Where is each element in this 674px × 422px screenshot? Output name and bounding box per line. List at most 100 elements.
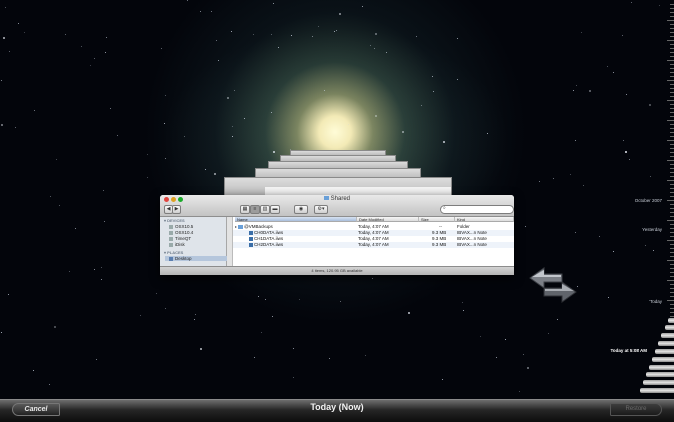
table-row[interactable]: CH2DATA.iiws Today, 4:07 AM 9.3 MB IBVAX… <box>227 242 514 248</box>
star <box>211 11 212 12</box>
star <box>457 79 458 80</box>
restore-button[interactable]: Restore <box>610 403 662 416</box>
star <box>575 232 576 233</box>
timeline-tick <box>670 168 674 169</box>
star <box>340 301 341 302</box>
star <box>9 51 10 52</box>
snapshot-bar[interactable] <box>658 341 674 346</box>
timeline-label-october-2007[interactable]: October 2007 <box>635 198 662 203</box>
star <box>583 185 584 186</box>
timeline-tick <box>667 240 674 241</box>
timeline-tick <box>670 84 674 85</box>
timeline-tick <box>667 180 674 181</box>
sidebar-item-idisk[interactable]: iDisk <box>169 242 185 247</box>
timeline-tick <box>670 92 674 93</box>
star <box>623 140 624 141</box>
snapshot-bar[interactable] <box>652 357 674 362</box>
star <box>54 326 56 328</box>
star <box>117 135 118 136</box>
timeline-tick <box>670 296 674 297</box>
file-name-cell: CH2DATA.iiws <box>249 242 283 248</box>
sidebar-item-osx104[interactable]: OSX10.4 <box>169 230 193 235</box>
star <box>463 310 464 311</box>
timeline-tick <box>670 264 674 265</box>
timeline-tick <box>670 24 674 25</box>
star <box>164 123 165 124</box>
snapshot-bar[interactable] <box>649 365 674 370</box>
timeline-tick <box>670 36 674 37</box>
history-window-far-1[interactable] <box>224 177 452 197</box>
star <box>216 40 217 41</box>
quick-look-button[interactable]: ◉ <box>294 205 308 214</box>
timeline-label-current[interactable]: Today at 5:08 AM <box>610 348 647 353</box>
star <box>631 2 632 3</box>
star <box>1 332 2 333</box>
timeline[interactable]: October 2007 Yesterday Today <box>635 0 674 400</box>
timeline-tick <box>667 60 674 61</box>
sidebar-item-timeqt[interactable]: TimeQT <box>169 236 191 241</box>
snapshot-bar[interactable] <box>668 318 674 323</box>
finder-sidebar: ▾ DEVICES OSX10.5 OSX10.4 TimeQT iDisk ▾… <box>160 217 227 267</box>
search-field[interactable]: ⌕ <box>440 205 514 214</box>
forward-in-time-arrow-icon[interactable] <box>542 282 578 304</box>
star <box>184 136 185 137</box>
timeline-label-today[interactable]: Today <box>650 299 662 304</box>
star <box>244 118 245 119</box>
star <box>629 159 630 160</box>
star <box>645 245 646 246</box>
star <box>165 158 166 159</box>
timeline-tick <box>670 116 674 117</box>
column-header-size[interactable]: Size <box>419 217 455 222</box>
star <box>110 108 111 109</box>
action-menu-button[interactable]: ⚙▾ <box>314 205 328 214</box>
timeline-tick <box>670 312 674 313</box>
timeline-tick <box>670 48 674 49</box>
star <box>374 48 375 49</box>
sidebar-item-osx105[interactable]: OSX10.5 <box>169 224 193 229</box>
timeline-tick <box>670 244 674 245</box>
cover-flow-button[interactable]: ▬ <box>270 205 280 214</box>
idisk-icon <box>169 242 173 247</box>
forward-button[interactable]: ▶ <box>172 205 181 214</box>
snapshot-bar[interactable] <box>640 388 674 393</box>
snapshot-bar[interactable] <box>646 372 674 377</box>
icon-view-button[interactable]: ▦ <box>240 205 250 214</box>
timeline-tick <box>667 80 674 81</box>
star <box>519 391 520 392</box>
column-header-name[interactable]: Name <box>235 217 357 222</box>
timeline-tick <box>670 132 674 133</box>
vertical-scrollbar[interactable] <box>227 217 233 267</box>
hard-drive-icon <box>169 236 173 241</box>
star <box>253 34 254 35</box>
snapshot-bar[interactable] <box>643 380 674 385</box>
star <box>94 58 95 59</box>
timeline-tick <box>670 272 674 273</box>
snapshot-bar[interactable] <box>665 325 674 330</box>
sidebar-item-desktop[interactable]: Desktop <box>165 256 227 261</box>
timeline-tick <box>667 140 674 141</box>
timeline-tick <box>670 124 674 125</box>
file-list[interactable]: Name Date Modified Size Kind ▸ @VMBackup… <box>227 217 514 267</box>
star <box>5 7 6 8</box>
star <box>650 176 651 177</box>
finder-window[interactable]: Shared ◀ ▶ ▦ ≡ ▥ ▬ ◉ ⚙▾ ⌕ ▾ DEVICES OSX1… <box>160 195 514 275</box>
column-view-button[interactable]: ▥ <box>260 205 270 214</box>
star <box>271 34 272 35</box>
star <box>278 47 279 48</box>
snapshot-bar[interactable] <box>661 333 674 338</box>
snapshot-bar[interactable] <box>655 349 674 354</box>
timeline-tick <box>667 220 674 221</box>
column-header-date[interactable]: Date Modified <box>357 217 419 222</box>
star <box>18 23 19 24</box>
list-view-button[interactable]: ≡ <box>250 205 260 214</box>
star <box>318 26 319 27</box>
timeline-tick <box>670 16 674 17</box>
star <box>336 30 337 31</box>
timeline-label-yesterday[interactable]: Yesterday <box>642 227 662 232</box>
star <box>50 196 51 197</box>
timeline-tick <box>667 100 674 101</box>
timeline-tick <box>670 44 674 45</box>
timeline-tick <box>667 280 674 281</box>
star <box>8 294 9 295</box>
column-header-kind[interactable]: Kind <box>455 217 514 222</box>
